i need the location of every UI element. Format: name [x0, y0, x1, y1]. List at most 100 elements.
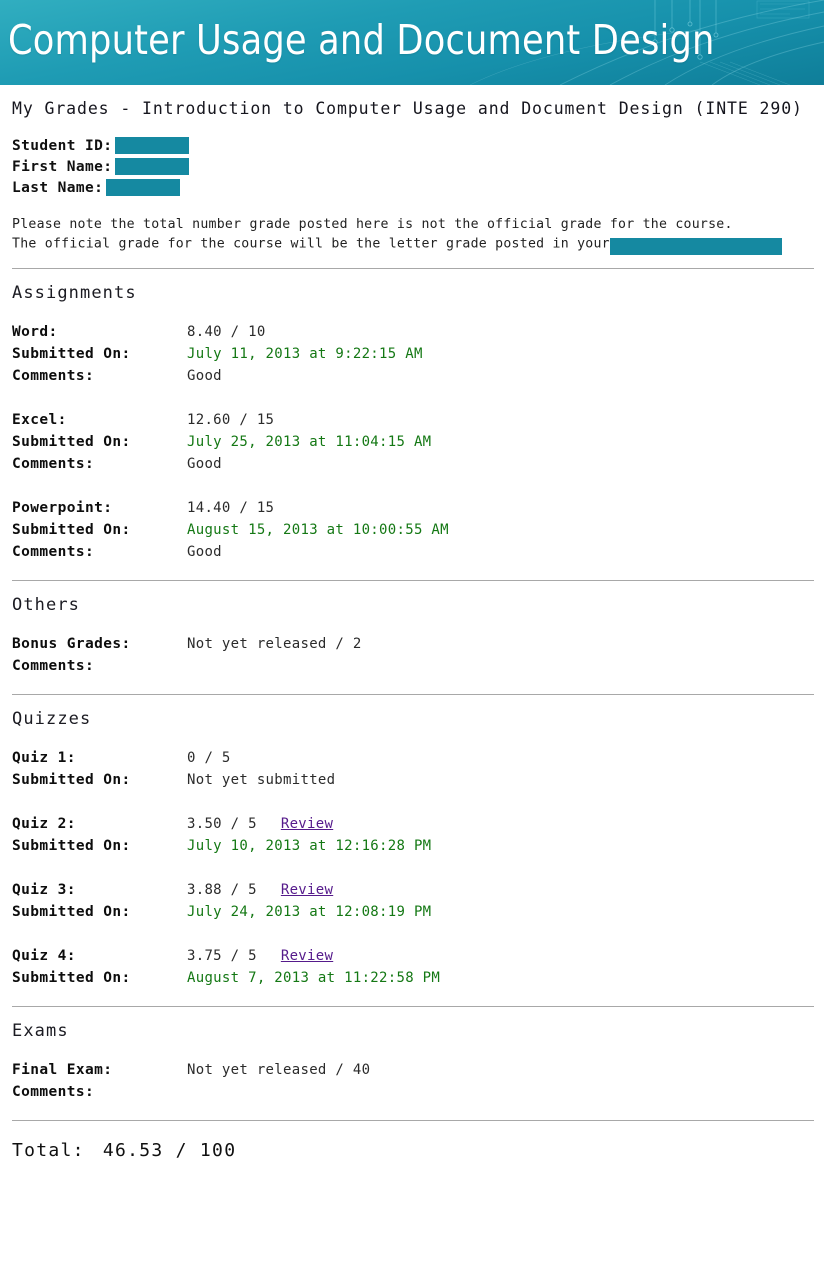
- grade-row: Quiz 4: 3.75 / 5 Review: [12, 948, 814, 970]
- page-title: My Grades - Introduction to Computer Usa…: [12, 99, 803, 118]
- grade-row-label: Final Exam:: [12, 1061, 113, 1078]
- student-id-row: Student ID:: [12, 135, 814, 156]
- grade-row: Submitted On: July 25, 2013 at 11:04:15 A…: [12, 434, 814, 456]
- grade-row-label: Submitted On:: [12, 771, 131, 788]
- note-redaction: [609, 237, 782, 255]
- banner-title: Computer Usage and Document Design: [8, 16, 715, 64]
- submitted-on-value: August 15, 2013 at 10:00:55 AM: [187, 521, 449, 538]
- first-name-label: First Name:: [12, 158, 113, 175]
- grade-item-group: Final Exam: Not yet released / 40 Comments…: [12, 1062, 814, 1106]
- grade-row-value: 3.50 / 5: [187, 815, 257, 832]
- grade-row: Submitted On: August 15, 2013 at 10:00:55…: [12, 522, 814, 544]
- grade-row-value: Not yet released / 2: [187, 635, 362, 652]
- total-line: Total: 46.53 / 100: [12, 1139, 814, 1163]
- divider-above-quizzes: [12, 693, 814, 695]
- grade-row: Submitted On: Not yet submitted: [12, 772, 814, 794]
- grade-row-label: Quiz 4:: [12, 947, 76, 964]
- section-heading-quizzes: Quizzes: [12, 708, 92, 729]
- grade-row: Quiz 1: 0 / 5: [12, 750, 814, 772]
- grade-row: Comments: Good: [12, 368, 814, 390]
- submitted-on-value: August 7, 2013 at 11:22:58 PM: [187, 969, 441, 986]
- grade-row-value: Good: [187, 455, 222, 472]
- grade-item-group: Quiz 4: 3.75 / 5 Review Submitted On: August…: [12, 948, 814, 992]
- grade-item-group: Powerpoint: 14.40 / 15 Submitted On: August…: [12, 500, 814, 566]
- grade-row-value: 14.40 / 15: [187, 499, 275, 516]
- grade-item-group: Quiz 1: 0 / 5 Submitted On: Not yet submitt…: [12, 750, 814, 794]
- total-label: Total:: [12, 1139, 85, 1161]
- grade-row-value: 3.75 / 5: [187, 947, 257, 964]
- grade-row-value: 3.88 / 5: [187, 881, 257, 898]
- grade-row: Submitted On: July 24, 2013 at 12:08:19 P…: [12, 904, 814, 926]
- grade-row: Quiz 3: 3.88 / 5 Review: [12, 882, 814, 904]
- grade-row: Word: 8.40 / 10: [12, 324, 814, 346]
- grade-row: Comments: Good: [12, 544, 814, 566]
- grade-row-value: 12.60 / 15: [187, 411, 275, 428]
- grade-item-group: Word: 8.40 / 10 Submitted On: July 11, 2013…: [12, 324, 814, 390]
- grade-row-label: Excel:: [12, 411, 67, 428]
- last-name-label: Last Name:: [12, 179, 104, 196]
- divider-above-assignments: [12, 267, 814, 269]
- grade-row: Final Exam: Not yet released / 40: [12, 1062, 814, 1084]
- grade-row-value: Good: [187, 367, 222, 384]
- grade-row: Submitted On: July 11, 2013 at 9:22:15 AM: [12, 346, 814, 368]
- grade-row-label: Quiz 1:: [12, 749, 76, 766]
- grade-row-label: Submitted On:: [12, 345, 131, 362]
- submitted-on-value: July 25, 2013 at 11:04:15 AM: [187, 433, 432, 450]
- student-info-block: Student ID: First Name: Last Name:: [12, 135, 814, 198]
- grade-row: Comments:: [12, 1084, 814, 1106]
- grade-row: Quiz 2: 3.50 / 5 Review: [12, 816, 814, 838]
- grade-row: Comments:: [12, 658, 814, 680]
- submitted-on-value: July 24, 2013 at 12:08:19 PM: [187, 903, 432, 920]
- review-link[interactable]: Review: [281, 816, 333, 832]
- grade-row-label: Quiz 2:: [12, 815, 76, 832]
- grade-row-label: Quiz 3:: [12, 881, 76, 898]
- grade-item-group: Bonus Grades: Not yet released / 2 Comment…: [12, 636, 814, 680]
- grade-row: Submitted On: August 7, 2013 at 11:22:58 …: [12, 970, 814, 992]
- first-name-row: First Name:: [12, 156, 814, 177]
- divider-above-exams: [12, 1005, 814, 1007]
- grade-item-group: Excel: 12.60 / 15 Submitted On: July 25, 20…: [12, 412, 814, 478]
- last-name-row: Last Name:: [12, 177, 814, 198]
- grade-row-label: Submitted On:: [12, 521, 131, 538]
- review-link[interactable]: Review: [281, 882, 333, 898]
- grade-row-value: Not yet submitted: [187, 771, 336, 788]
- grade-row: Excel: 12.60 / 15: [12, 412, 814, 434]
- note-line-2-text: The official grade for the course will b…: [12, 236, 610, 251]
- grade-row: Submitted On: July 10, 2013 at 12:16:28 P…: [12, 838, 814, 860]
- note-line-1: Please note the total number grade poste…: [12, 217, 733, 232]
- last-name-redaction: [106, 179, 181, 196]
- page-content: My Grades - Introduction to Computer Usa…: [0, 98, 824, 1163]
- grade-row-label: Bonus Grades:: [12, 635, 131, 652]
- grade-row: Powerpoint: 14.40 / 15: [12, 500, 814, 522]
- grade-row-value: Good: [187, 543, 222, 560]
- grade-row-label: Submitted On:: [12, 969, 131, 986]
- grade-row-label: Word:: [12, 323, 58, 340]
- grade-row-label: Comments:: [12, 455, 95, 472]
- grade-item-group: Quiz 2: 3.50 / 5 Review Submitted On: July 1…: [12, 816, 814, 860]
- review-link[interactable]: Review: [281, 948, 333, 964]
- section-heading-others: Others: [12, 594, 81, 615]
- grade-row-label: Comments:: [12, 657, 95, 674]
- grade-row-value: Not yet released / 40: [187, 1061, 371, 1078]
- note-line-2: The official grade for the course will b…: [12, 235, 814, 255]
- grade-row-label: Submitted On:: [12, 903, 131, 920]
- section-heading-exams: Exams: [12, 1020, 69, 1041]
- grade-disclaimer-note: Please note the total number grade poste…: [12, 216, 814, 255]
- grade-row: Comments: Good: [12, 456, 814, 478]
- grade-row-label: Submitted On:: [12, 433, 131, 450]
- grade-row-value: 0 / 5: [187, 749, 231, 766]
- divider-above-others: [12, 579, 814, 581]
- grade-row-label: Comments:: [12, 543, 95, 560]
- first-name-redaction: [115, 158, 190, 175]
- total-value: 46.53 / 100: [102, 1139, 237, 1161]
- student-id-redaction: [115, 137, 190, 154]
- submitted-on-value: July 10, 2013 at 12:16:28 PM: [187, 837, 432, 854]
- submitted-on-value: July 11, 2013 at 9:22:15 AM: [187, 345, 423, 362]
- page-banner: Computer Usage and Document Design: [0, 0, 824, 85]
- grade-row: Bonus Grades: Not yet released / 2: [12, 636, 814, 658]
- grade-item-group: Quiz 3: 3.88 / 5 Review Submitted On: July 2…: [12, 882, 814, 926]
- grade-row-label: Submitted On:: [12, 837, 131, 854]
- grade-row-label: Powerpoint:: [12, 499, 113, 516]
- sections-container: Assignments Word: 8.40 / 10 Submitted On: Ju…: [12, 282, 814, 1106]
- divider-above-total: [12, 1119, 814, 1121]
